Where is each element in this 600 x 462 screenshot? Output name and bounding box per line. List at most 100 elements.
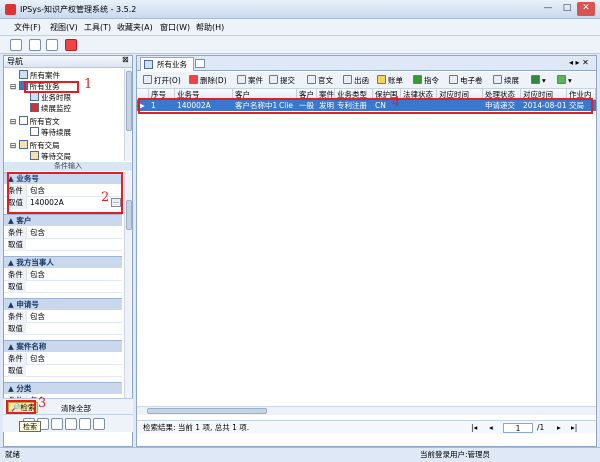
renewal-icon — [30, 103, 39, 112]
stop-icon[interactable] — [65, 39, 77, 51]
menu-favorites[interactable]: 收藏夹(A) — [117, 22, 153, 33]
tab-nav-icon[interactable]: ◂ ▸ ✕ — [569, 58, 589, 67]
bill-button[interactable]: 账单 — [377, 75, 403, 86]
app-icon — [5, 4, 16, 15]
search-icon[interactable] — [10, 39, 22, 51]
refresh-icon — [557, 75, 566, 84]
nav-item-deadline[interactable]: 业务时限 — [30, 92, 71, 103]
menu-view[interactable]: 视图(V) — [50, 22, 78, 33]
instruction-icon — [413, 75, 422, 84]
annotation-number-4: 4 — [392, 95, 401, 110]
cond-value-row[interactable]: 取值 — [4, 365, 122, 377]
cond-value-row[interactable]: 取值 — [4, 239, 122, 251]
cond-value-row[interactable]: 取值 — [4, 281, 122, 293]
cond-section-app-no[interactable]: ▲ 申请号 — [4, 298, 122, 310]
nav-item-wait-renewal[interactable]: 等待续展 — [30, 127, 71, 138]
edit-icon[interactable] — [65, 418, 77, 430]
deadline-icon — [30, 92, 39, 101]
first-page-icon[interactable]: |◂ — [471, 421, 477, 435]
new-tab-icon[interactable] — [195, 59, 205, 68]
annotation-box-3 — [6, 400, 36, 414]
cond-section-case-name[interactable]: ▲ 案件名称 — [4, 340, 122, 352]
open-icon — [143, 75, 152, 84]
annotation-number-2: 2 — [101, 190, 110, 205]
cond-scroll-thumb[interactable] — [126, 200, 132, 230]
renewal-button[interactable]: 续展 — [493, 75, 519, 86]
letter-button[interactable]: 出函 — [343, 75, 369, 86]
official-doc-button[interactable]: 官文 — [307, 75, 333, 86]
business-grid: 序号 业务号 客户 客户 案件 业务类型 保护国 法律状态 对应时间 处理状态 … — [137, 89, 596, 409]
letter-icon — [343, 75, 352, 84]
tools-icon[interactable] — [46, 39, 58, 51]
cond-row[interactable]: 条件包含 — [4, 311, 122, 323]
grid-status-bar: 检索结果: 当前 1 项, 总共 1 项. |◂ ◂ 1 /1 ▸ ▸| — [137, 420, 596, 434]
prev-page-icon[interactable]: ◂ — [489, 421, 493, 435]
submit-button[interactable]: 提交 — [269, 75, 295, 86]
nav-item-wait-submission[interactable]: 等待交局 — [30, 151, 71, 162]
annotation-box-4 — [138, 98, 593, 114]
excel-icon — [531, 75, 540, 84]
business-toolbar: 打开(O) 删除(D) 案件 提交 官文 出函 账单 指令 电子卷 续展 ▾ ▾ — [137, 72, 596, 89]
status-bar: 就绪 当前登录用户:管理员 — [0, 447, 600, 462]
case-icon — [19, 70, 28, 79]
next-page-icon[interactable]: ▸ — [557, 421, 561, 435]
submit-icon — [269, 75, 278, 84]
nav-item-renewal-watch[interactable]: 续展监控 — [30, 103, 71, 114]
tab-all-business[interactable]: 所有业务 — [140, 57, 194, 71]
bill-icon — [377, 75, 386, 84]
export-excel-button[interactable]: ▾ — [531, 75, 546, 85]
minimize-icon[interactable]: — — [539, 2, 557, 16]
users-icon[interactable] — [29, 39, 41, 51]
cond-section-client[interactable]: ▲ 客户 — [4, 214, 122, 226]
case-icon — [237, 75, 246, 84]
folder-icon[interactable] — [93, 418, 105, 430]
delete-button[interactable]: 删除(D) — [189, 75, 227, 86]
clear-all-button[interactable]: 清除全部 — [61, 403, 91, 414]
cond-section-our-party[interactable]: ▲ 我方当事人 — [4, 256, 122, 268]
pin-icon[interactable]: ⊠ — [122, 55, 129, 64]
last-page-icon[interactable]: ▸| — [571, 421, 577, 435]
settings-icon[interactable] — [51, 418, 63, 430]
page-input[interactable]: 1 — [503, 423, 533, 433]
nav-scroll-thumb[interactable] — [126, 71, 132, 131]
nav-item-all-submissions[interactable]: ⊟ 所有交局 — [10, 140, 60, 151]
e-file-icon — [449, 75, 458, 84]
folder-icon — [18, 140, 28, 149]
close-icon[interactable]: ✕ — [577, 2, 595, 16]
menu-file[interactable]: 文件(F) — [14, 22, 41, 33]
dollar-icon — [493, 75, 502, 84]
cond-row[interactable]: 条件包含 — [4, 269, 122, 281]
grid-hscrollbar[interactable] — [137, 406, 596, 415]
cond-section-category[interactable]: ▲ 分类 — [4, 382, 122, 394]
grid-hscroll-thumb[interactable] — [147, 408, 267, 414]
result-count: 检索结果: 当前 1 项, 总共 1 项. — [143, 423, 250, 432]
window-titlebar: IPSys-知识产权管理系统 - 3.5.2 — □ ✕ — [0, 0, 600, 19]
nav-item-all-docs[interactable]: ⊟ 所有官文 — [10, 116, 60, 127]
document-icon — [307, 75, 316, 84]
instruction-button[interactable]: 指令 — [413, 75, 439, 86]
cond-value-row[interactable]: 取值 — [4, 323, 122, 335]
refresh-button[interactable]: ▾ — [557, 75, 572, 85]
maximize-icon[interactable]: □ — [558, 2, 576, 16]
nav-pane: 导航 ⊠ 所有案件 ⊟ 所有业务 业务时限 续展监控 ⊟ 所有官文 等待续展 ⊟… — [3, 55, 133, 447]
nav-item-all-cases[interactable]: 所有案件 — [19, 70, 60, 81]
nav-title: 导航 — [4, 56, 132, 68]
main-toolbar — [0, 36, 600, 54]
tab-bar: 所有业务 ◂ ▸ ✕ — [137, 56, 596, 71]
cond-row[interactable]: 条件包含 — [4, 227, 122, 239]
case-button[interactable]: 案件 — [237, 75, 263, 86]
check-icon[interactable] — [79, 418, 91, 430]
search-tooltip: 检索 — [19, 421, 41, 432]
status-user: 当前登录用户:管理员 — [420, 450, 491, 459]
document-icon — [30, 127, 39, 136]
document-icon — [18, 116, 28, 125]
open-button[interactable]: 打开(O) — [143, 75, 181, 86]
menu-tools[interactable]: 工具(T) — [84, 22, 111, 33]
delete-icon — [189, 75, 198, 84]
menu-window[interactable]: 窗口(W) — [160, 22, 190, 33]
e-file-button[interactable]: 电子卷 — [449, 75, 483, 86]
cond-scrollbar[interactable] — [124, 172, 132, 398]
cond-row[interactable]: 条件包含 — [4, 353, 122, 365]
menu-help[interactable]: 帮助(H) — [196, 22, 224, 33]
nav-scrollbar[interactable] — [124, 69, 132, 161]
